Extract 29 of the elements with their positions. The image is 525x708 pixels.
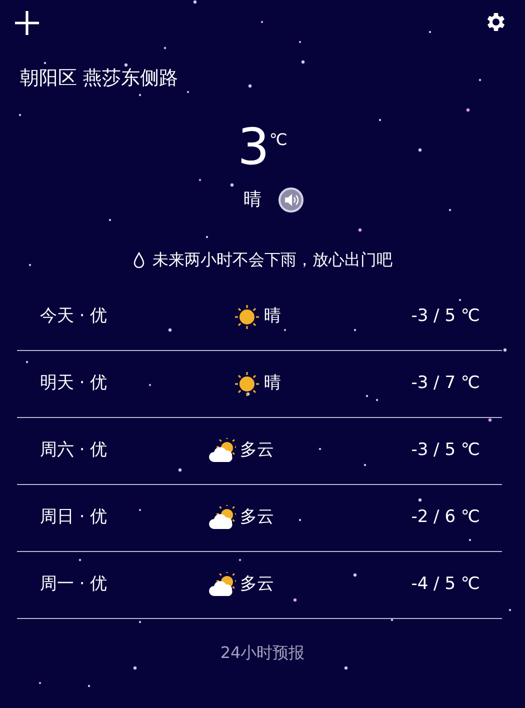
sun-behind-cloud-icon bbox=[208, 438, 236, 464]
add-icon[interactable] bbox=[14, 10, 40, 36]
location-text: 朝阳区 燕莎东侧路 bbox=[20, 67, 178, 89]
condition-text: 晴 bbox=[264, 372, 281, 396]
temperature-range-text: -3 / 5 ℃ bbox=[411, 306, 480, 326]
condition-text: 晴 bbox=[244, 188, 262, 212]
condition-text: 多云 bbox=[240, 439, 274, 462]
hourly-forecast-link[interactable]: 24小时预报 bbox=[220, 643, 305, 662]
day-text: 周一 · 优 bbox=[40, 574, 108, 594]
temperature-range-text: -4 / 5 ℃ bbox=[411, 574, 480, 594]
speaker-icon[interactable] bbox=[278, 186, 304, 212]
temperature-range-text: -2 / 6 ℃ bbox=[411, 507, 480, 528]
condition-text: 多云 bbox=[240, 573, 274, 596]
temperature-text: 3 bbox=[238, 122, 270, 172]
day-text: 今天 · 优 bbox=[40, 306, 108, 326]
day-text: 周日 · 优 bbox=[40, 507, 108, 528]
rain-notice-text: 未来两小时不会下雨，放心出门吧 bbox=[152, 249, 392, 271]
temperature-range-text: -3 / 7 ℃ bbox=[411, 373, 480, 394]
sun-behind-cloud-icon bbox=[208, 572, 236, 598]
unit-text: ℃ bbox=[269, 129, 288, 151]
day-text: 明天 · 优 bbox=[40, 373, 108, 394]
day-text: 周六 · 优 bbox=[40, 440, 108, 460]
condition-text: 多云 bbox=[240, 506, 274, 530]
sun-icon bbox=[234, 371, 260, 397]
water-drop-icon bbox=[132, 252, 144, 268]
sun-behind-cloud-icon bbox=[208, 505, 236, 531]
condition-text: 晴 bbox=[264, 305, 281, 328]
sun-icon bbox=[234, 304, 260, 330]
temperature-range-text: -3 / 5 ℃ bbox=[411, 440, 480, 460]
